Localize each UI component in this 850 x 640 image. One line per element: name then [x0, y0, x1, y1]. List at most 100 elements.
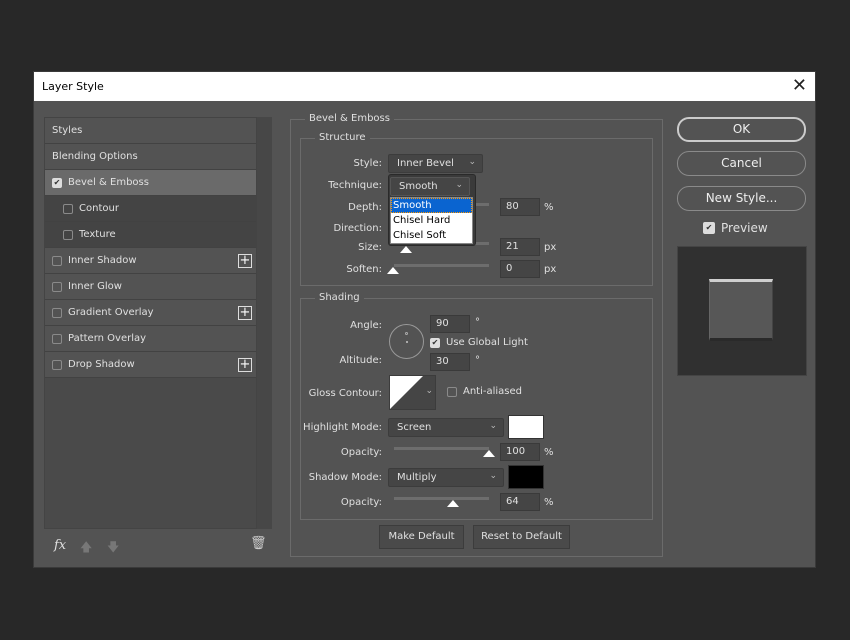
shadow-opacity-field[interactable]: 64 [500, 493, 540, 511]
checkbox[interactable] [52, 281, 62, 292]
contour-thumbnail [390, 376, 424, 409]
trash-icon[interactable]: 🗑 [250, 536, 267, 551]
sidebar-item-label: Styles [52, 125, 83, 136]
highlight-opacity-field[interactable]: 100 [500, 443, 540, 461]
plus-icon[interactable]: + [238, 358, 252, 372]
technique-select[interactable]: Smooth ⌄ [390, 177, 470, 196]
size-field[interactable]: 21 [500, 238, 540, 256]
plus-icon[interactable]: + [238, 306, 252, 320]
highlight-color-swatch[interactable] [508, 415, 544, 439]
soften-slider[interactable] [394, 264, 489, 267]
sidebar-item-label: Pattern Overlay [68, 333, 147, 344]
altitude-unit: ° [475, 355, 480, 366]
technique-label: Technique: [328, 180, 382, 191]
anti-aliased-label: Anti-aliased [463, 386, 523, 397]
sidebar-item-bevel-emboss[interactable]: ✔ Bevel & Emboss [45, 170, 256, 196]
gloss-contour-picker[interactable]: ⌄ [389, 375, 436, 410]
percent-unit: % [544, 447, 554, 458]
altitude-label: Altitude: [339, 355, 382, 366]
technique-value: Smooth [399, 181, 438, 192]
dialog-title: Layer Style [42, 80, 104, 93]
angle-label: Angle: [350, 320, 382, 331]
altitude-field[interactable]: 30 [430, 353, 470, 371]
depth-unit: % [544, 202, 554, 213]
sidebar-item-label: Blending Options [52, 151, 138, 162]
style-list-scrollbar[interactable] [257, 117, 272, 529]
highlight-opacity-label: Opacity: [340, 447, 382, 458]
size-slider-knob[interactable] [400, 246, 412, 253]
sidebar-item-inner-shadow[interactable]: Inner Shadow + [45, 248, 256, 274]
highlight-opacity-slider[interactable] [394, 447, 489, 450]
angle-field[interactable]: 90 [430, 315, 470, 333]
sidebar-item-blending-options[interactable]: Blending Options [45, 144, 256, 170]
new-style-button[interactable]: New Style... [677, 186, 806, 211]
option-chisel-hard[interactable]: Chisel Hard [391, 213, 472, 228]
sidebar-item-drop-shadow[interactable]: Drop Shadow + [45, 352, 256, 378]
checkbox[interactable] [52, 307, 62, 318]
checkbox[interactable]: ✔ [52, 177, 62, 188]
checkbox-box [447, 386, 457, 397]
shadow-opacity-slider[interactable] [394, 497, 489, 500]
shadow-mode-label: Shadow Mode: [308, 472, 382, 483]
make-default-button[interactable]: Make Default [379, 525, 464, 549]
sidebar-item-gradient-overlay[interactable]: Gradient Overlay + [45, 300, 256, 326]
angle-dial[interactable] [389, 324, 424, 359]
highlight-opacity-knob[interactable] [483, 450, 495, 457]
shadow-opacity-knob[interactable] [447, 500, 459, 507]
size-unit: px [544, 242, 557, 253]
technique-dropdown[interactable]: Smooth ⌄ Smooth Chisel Hard Chisel Soft [388, 174, 476, 246]
plus-icon[interactable]: + [238, 254, 252, 268]
sidebar-item-texture[interactable]: Texture [45, 222, 256, 248]
depth-field[interactable]: 80 [500, 198, 540, 216]
style-value: Inner Bevel [397, 158, 454, 169]
checkbox[interactable] [52, 333, 62, 344]
checkbox[interactable] [52, 255, 62, 266]
checkbox[interactable] [63, 203, 73, 214]
shadow-color-swatch[interactable] [508, 465, 544, 489]
cancel-button[interactable]: Cancel [677, 151, 806, 176]
title-bar: Layer Style ✕ [34, 72, 815, 101]
shadow-mode-select[interactable]: Multiply ⌄ [388, 468, 504, 487]
reset-to-default-button[interactable]: Reset to Default [473, 525, 570, 549]
check-icon: ✔ [430, 337, 440, 348]
structure-title: Structure [315, 132, 370, 143]
highlight-mode-select[interactable]: Screen ⌄ [388, 418, 504, 437]
soften-field[interactable]: 0 [500, 260, 540, 278]
move-up-icon[interactable]: 🡅 [80, 538, 92, 559]
style-select[interactable]: Inner Bevel ⌄ [388, 154, 483, 173]
soften-slider-knob[interactable] [387, 267, 399, 274]
sidebar-item-label: Contour [79, 203, 119, 214]
global-light-checkbox[interactable]: ✔ Use Global Light [430, 337, 528, 348]
sidebar-item-inner-glow[interactable]: Inner Glow [45, 274, 256, 300]
preview-checkbox[interactable]: ✔ Preview [703, 221, 768, 235]
checkbox[interactable] [63, 229, 73, 240]
highlight-mode-label: Highlight Mode: [303, 422, 382, 433]
ok-button[interactable]: OK [677, 117, 806, 142]
technique-options: Smooth Chisel Hard Chisel Soft [390, 197, 473, 244]
close-icon[interactable]: ✕ [792, 75, 807, 96]
chevron-down-icon: ⌄ [455, 180, 463, 190]
anti-aliased-checkbox[interactable]: Anti-aliased [447, 386, 522, 397]
option-smooth[interactable]: Smooth [391, 198, 472, 213]
option-chisel-soft[interactable]: Chisel Soft [391, 228, 472, 243]
sidebar-item-label: Inner Shadow [68, 255, 137, 266]
sidebar-item-label: Bevel & Emboss [68, 177, 149, 188]
checkbox[interactable] [52, 359, 62, 370]
percent-unit: % [544, 497, 554, 508]
size-label: Size: [358, 242, 382, 253]
sidebar-item-styles[interactable]: Styles [45, 118, 256, 144]
chevron-down-icon: ⌄ [425, 386, 433, 396]
sidebar-item-pattern-overlay[interactable]: Pattern Overlay [45, 326, 256, 352]
sidebar-item-label: Gradient Overlay [68, 307, 154, 318]
depth-label: Depth: [348, 202, 382, 213]
move-down-icon[interactable]: 🡇 [107, 538, 119, 559]
soften-unit: px [544, 264, 557, 275]
sidebar-item-label: Texture [79, 229, 116, 240]
fx-icon[interactable]: fx [54, 538, 66, 553]
shadow-opacity-label: Opacity: [340, 497, 382, 508]
sidebar-item-contour[interactable]: Contour [45, 196, 256, 222]
preview-thumbnail [677, 246, 807, 376]
preview-label: Preview [721, 221, 768, 235]
chevron-down-icon: ⌄ [468, 157, 476, 167]
layer-style-dialog: Layer Style ✕ Styles Blending Options ✔ Bev… [33, 71, 816, 568]
